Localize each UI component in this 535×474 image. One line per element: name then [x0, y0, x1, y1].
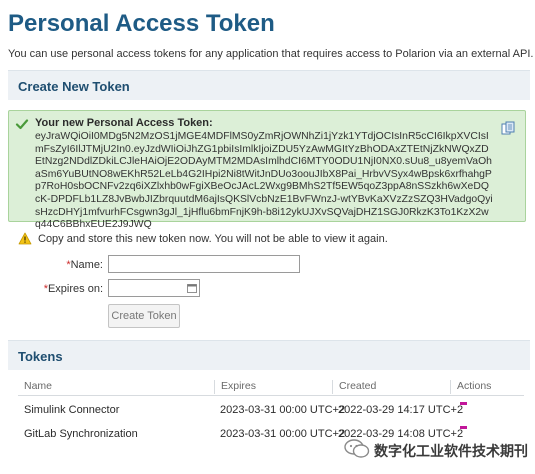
expires-label: *Expires on: — [8, 283, 103, 295]
token-expires: 2023-03-31 00:00 UTC+2 — [220, 428, 346, 440]
tokens-section-header: Tokens — [8, 340, 530, 370]
column-header-expires: Expires — [214, 380, 256, 394]
personal-access-token-page: Personal Access Token You can use person… — [0, 0, 535, 474]
column-header-created: Created — [332, 380, 376, 394]
token-expires: 2023-03-31 00:00 UTC+2 — [220, 404, 346, 416]
name-label: *Name: — [8, 259, 103, 271]
token-name: Simulink Connector — [24, 404, 120, 416]
check-icon — [15, 119, 29, 130]
revoke-token-icon[interactable] — [460, 402, 467, 405]
token-created: 2022-03-29 14:17 UTC+2 — [338, 404, 464, 416]
intro-text: You can use personal access tokens for a… — [8, 48, 534, 60]
expires-label-text: Expires on: — [47, 283, 103, 295]
table-row: Simulink Connector 2023-03-31 00:00 UTC+… — [18, 398, 524, 422]
token-value: eyJraWQiOiI0MDg5N2MzOS1jMGE4MDFlMS0yZmRj… — [35, 131, 493, 231]
warning-text: Copy and store this new token now. You w… — [38, 233, 388, 245]
name-input[interactable] — [108, 255, 300, 273]
name-label-text: Name: — [70, 259, 103, 271]
tokens-table-header: Name Expires Created Actions — [18, 376, 524, 396]
page-title: Personal Access Token — [8, 10, 275, 37]
create-token-button[interactable]: Create Token — [108, 304, 180, 328]
create-token-section-header: Create New Token — [8, 70, 530, 100]
warning-icon — [18, 232, 32, 245]
column-header-name: Name — [24, 380, 53, 392]
copy-icon[interactable] — [501, 121, 515, 135]
revoke-token-icon[interactable] — [460, 426, 467, 429]
token-label: Your new Personal Access Token: — [35, 117, 213, 129]
section-title-create: Create New Token — [18, 79, 130, 94]
token-name: GitLab Synchronization — [24, 428, 138, 440]
section-title-tokens: Tokens — [18, 349, 63, 364]
column-header-actions: Actions — [450, 380, 491, 394]
watermark-text: 数字化工业软件技术期刊 — [374, 443, 528, 459]
calendar-icon[interactable] — [187, 283, 197, 293]
new-token-panel: Your new Personal Access Token: eyJraWQi… — [8, 110, 526, 230]
wechat-logo-icon — [344, 439, 370, 458]
